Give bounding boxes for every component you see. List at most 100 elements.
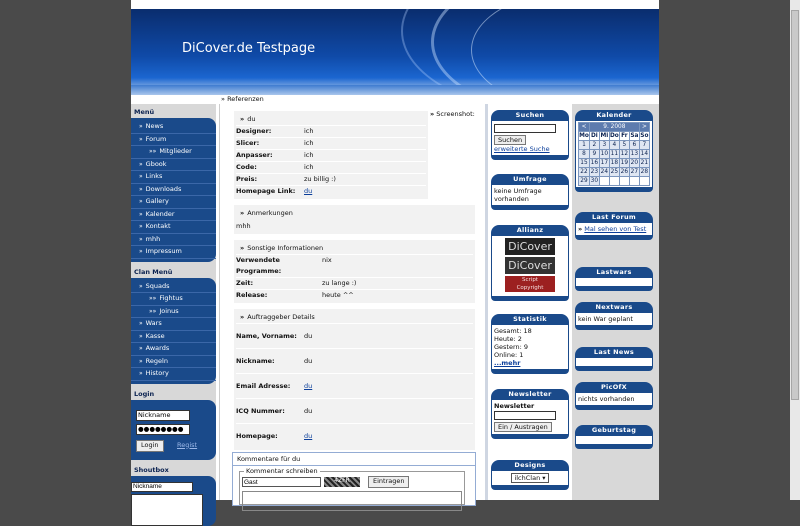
calendar-day[interactable]: 6 [628, 140, 640, 150]
calendar-day[interactable]: 7 [638, 140, 650, 150]
menu-item[interactable]: » History [131, 368, 216, 381]
homepage-link[interactable]: du [304, 187, 312, 195]
menu-item[interactable]: » mhh [131, 234, 216, 246]
menu-item[interactable]: » Forum [131, 134, 216, 146]
arrow-icon: » [139, 210, 143, 218]
calendar-day[interactable]: 19 [618, 158, 630, 168]
calendar-day[interactable]: 2 [588, 140, 600, 150]
calendar-day[interactable]: 28 [638, 167, 650, 177]
calendar-day[interactable]: 5 [618, 140, 630, 150]
menu-item[interactable]: » Regeln [131, 356, 216, 368]
stats-more-link[interactable]: ...mehr [494, 359, 520, 367]
field-label: Designer: [236, 127, 272, 135]
calendar-day[interactable]: 3 [598, 140, 610, 150]
menu-item[interactable]: »» Mitglieder [131, 146, 216, 159]
box-footer [491, 155, 569, 160]
search-box: Suchen Suchen erweiterte Suche [491, 110, 569, 160]
calendar-day[interactable]: 4 [608, 140, 620, 150]
calendar-day[interactable]: 18 [608, 158, 620, 168]
comment-submit-button[interactable]: Eintragen [368, 476, 410, 488]
menu-item[interactable]: » Kasse [131, 331, 216, 343]
field-value: zu billig :) [304, 175, 336, 183]
calendar-day[interactable]: 15 [578, 158, 590, 168]
menu-item[interactable]: » Kalender [131, 209, 216, 221]
nextwars-box: Nextwars kein War geplant [575, 302, 653, 330]
section-title: » du [236, 113, 426, 125]
breadcrumb-item[interactable]: Referenzen [227, 95, 264, 103]
field-value: ich [304, 163, 314, 171]
newsletter-button[interactable]: Ein / Austragen [494, 421, 552, 432]
prev-month-icon[interactable]: < [578, 122, 590, 132]
register-link[interactable]: Regist [177, 441, 197, 449]
advanced-search-link[interactable]: erweiterte Suche [494, 145, 550, 153]
calendar-day[interactable]: 14 [638, 149, 650, 159]
field-value-wrap: du [304, 374, 312, 398]
calendar-day[interactable]: 11 [608, 149, 620, 159]
menu-item[interactable]: » Squads [131, 281, 216, 293]
chevron-down-icon: ▾ [542, 474, 546, 482]
login-password-input[interactable] [136, 423, 190, 435]
arrow-icon: » [578, 225, 583, 233]
calendar-day[interactable]: 9 [588, 149, 600, 159]
calendar-day[interactable]: 21 [638, 158, 650, 168]
shoutbox-textarea[interactable] [131, 493, 203, 526]
picofx-heading: PicOfX [575, 382, 653, 393]
menu-item[interactable]: » Kontakt [131, 221, 216, 234]
box-footer [575, 406, 653, 410]
alliance-banner-2[interactable]: DiCover [505, 257, 555, 274]
menu-item-label: Regeln [145, 356, 168, 365]
design-select[interactable]: ilchClan ▾ [511, 473, 549, 483]
calendar-day[interactable]: 27 [628, 167, 640, 177]
calendar-day[interactable]: 1 [578, 140, 590, 150]
designs-body: ilchClan ▾ [491, 471, 569, 486]
scrollbar-thumb[interactable] [791, 10, 799, 400]
arrow-icon: » [139, 223, 143, 230]
login-name-input[interactable] [136, 409, 190, 421]
menu-item[interactable]: » Gallery [131, 196, 216, 209]
calendar-day[interactable]: 25 [608, 167, 620, 177]
login-button[interactable]: Login [136, 439, 164, 452]
calendar-day[interactable]: 10 [598, 149, 610, 159]
search-button[interactable]: Suchen [494, 134, 527, 145]
newsletter-email-input[interactable] [494, 410, 556, 420]
menu-item[interactable]: » Impressum [131, 246, 216, 259]
comment-textarea[interactable] [242, 491, 462, 511]
menu-item[interactable]: » Links [131, 171, 216, 184]
field-label: Preis: [236, 175, 258, 183]
nextwars-heading: Nextwars [575, 302, 653, 313]
calendar-day[interactable]: 13 [628, 149, 640, 159]
search-input[interactable] [494, 123, 556, 133]
arrow-icon: » [139, 357, 143, 365]
calendar-day[interactable]: 26 [618, 167, 630, 177]
calendar-day[interactable]: 22 [578, 167, 590, 177]
menu-item[interactable]: »» Joinus [131, 306, 216, 318]
calendar-day[interactable]: 30 [588, 176, 600, 186]
alliance-banner-1[interactable]: DiCover [505, 238, 555, 255]
menu-item[interactable]: » News [131, 121, 216, 134]
guest-name-input[interactable] [242, 477, 321, 487]
field-link[interactable]: du [304, 432, 312, 440]
menu-item[interactable]: »» Fightus [131, 293, 216, 306]
arrow-icon: » [139, 135, 143, 143]
field-link[interactable]: du [304, 382, 312, 390]
calendar-day[interactable]: 17 [598, 158, 610, 168]
calendar-day[interactable]: 24 [598, 167, 610, 177]
menu-item-label: Squads [145, 281, 170, 290]
arrow-icon: » [139, 345, 143, 352]
shoutbox-name-input[interactable] [131, 481, 193, 492]
newsletter-label: Newsletter [494, 402, 535, 410]
calendar-day[interactable]: 12 [618, 149, 630, 159]
last-forum-link[interactable]: Mal sehen von Test [584, 225, 646, 233]
calendar-day[interactable]: 16 [588, 158, 600, 168]
alliance-banner-3[interactable]: Script Copyright [505, 276, 555, 292]
calendar-day[interactable]: 20 [628, 158, 640, 168]
next-month-icon[interactable]: > [638, 122, 650, 132]
menu-item[interactable]: » Awards [131, 343, 216, 356]
calendar-day[interactable]: 29 [578, 176, 590, 186]
calendar-day[interactable]: 8 [578, 149, 590, 159]
menu-item[interactable]: » Downloads [131, 184, 216, 196]
calendar-day[interactable]: 23 [588, 167, 600, 177]
menu-item[interactable]: » Wars [131, 318, 216, 331]
window-scrollbar[interactable] [790, 0, 800, 500]
menu-item[interactable]: » Gbook [131, 159, 216, 171]
